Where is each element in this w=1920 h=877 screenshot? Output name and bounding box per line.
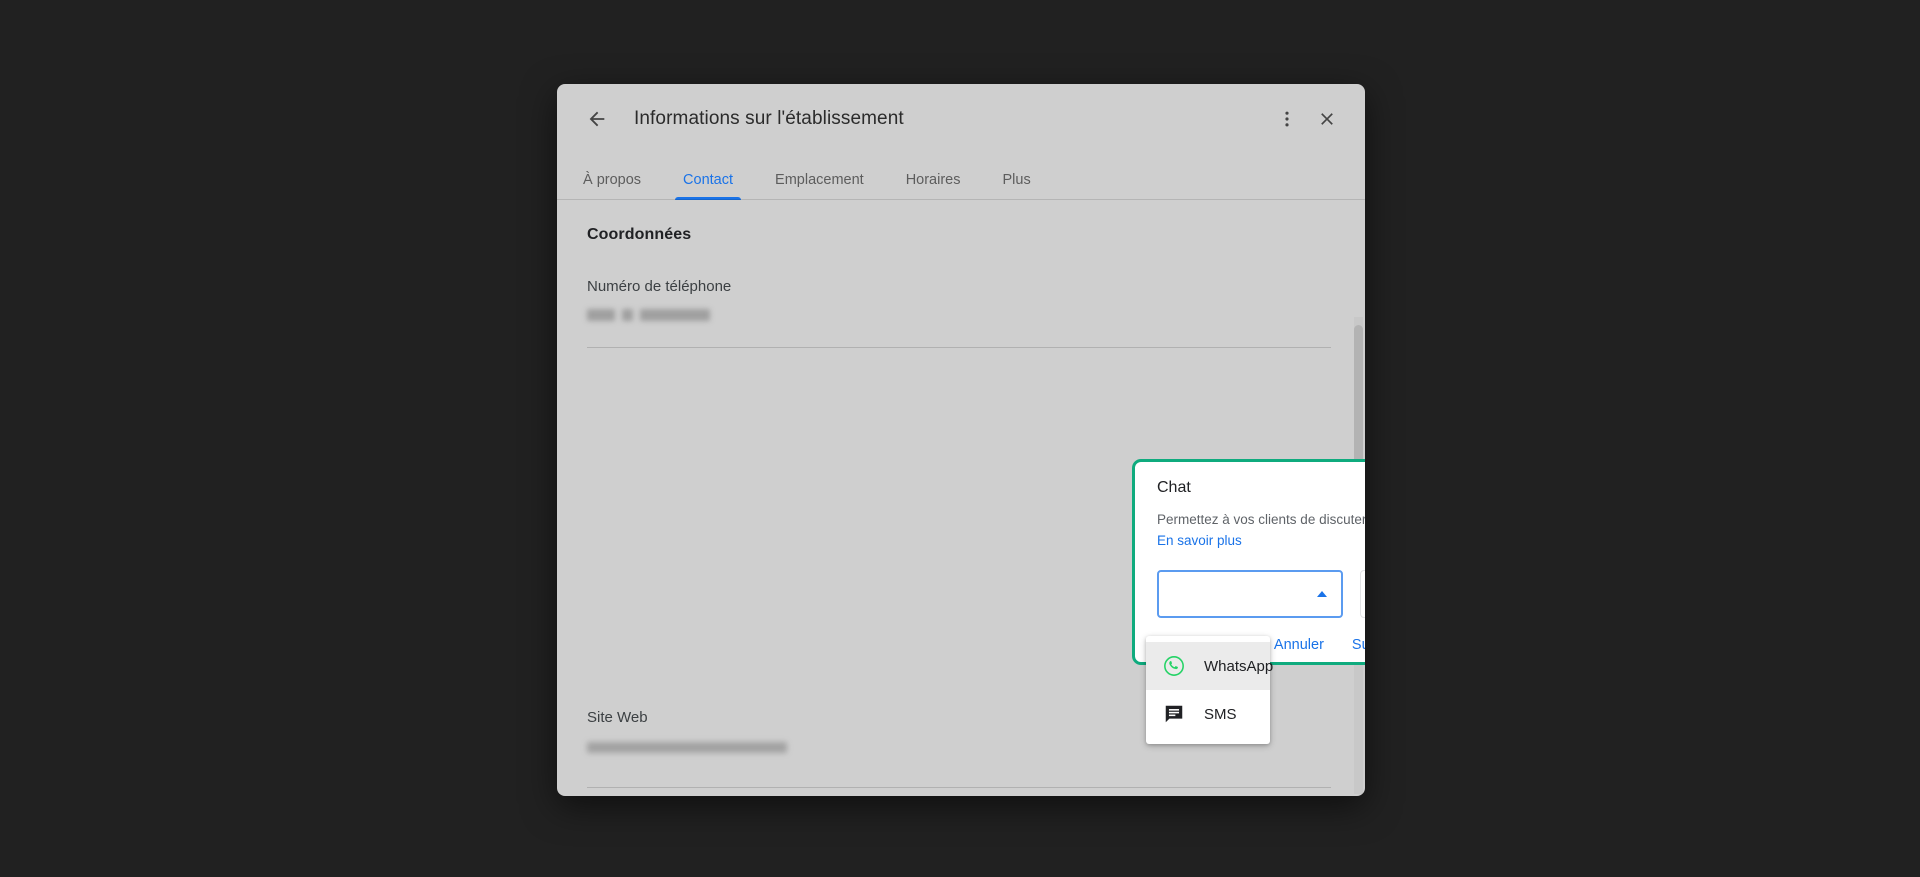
tab-emplacement[interactable]: Emplacement [765,172,874,200]
overflow-menu-button[interactable] [1267,99,1307,139]
phone-label: Numéro de téléphone [587,278,1331,295]
chat-description: Permettez à vos clients de discuter avec… [1157,511,1365,529]
chat-provider-menu: WhatsApp SMS [1146,636,1270,744]
menu-item-label: WhatsApp [1204,658,1273,675]
tab-horaires[interactable]: Horaires [896,172,971,200]
back-button[interactable] [577,99,617,139]
delete-button[interactable]: Supprimer [1338,628,1365,662]
caret-up-icon [1317,591,1327,597]
arrow-left-icon [586,108,608,130]
phone-value-redacted [587,309,1331,321]
menu-item-sms[interactable]: SMS [1146,690,1270,738]
chat-title: Chat [1157,479,1365,497]
chat-section-inner: Chat Permettez à vos clients de discuter… [1135,462,1365,662]
more-vert-icon [1277,109,1297,129]
menu-item-label: SMS [1204,706,1237,723]
bottom-divider [587,787,1331,788]
dialog-header: Informations sur l'établissement [557,84,1365,154]
learn-more-link[interactable]: En savoir plus [1157,533,1242,548]
close-icon [1317,109,1337,129]
chat-section-card: Chat Permettez à vos clients de discuter… [1132,459,1365,665]
chat-value-input[interactable] [1360,570,1365,618]
contact-panel: Coordonnées Numéro de téléphone Site Web [557,200,1365,348]
website-value-redacted [587,742,787,753]
divider [587,347,1331,348]
chat-input-row [1157,570,1365,618]
close-button[interactable] [1307,99,1347,139]
chat-provider-select[interactable] [1157,570,1343,618]
business-info-dialog: Informations sur l'établissement À propo… [557,84,1365,796]
whatsapp-icon [1162,654,1186,678]
section-title-coordonnees: Coordonnées [587,226,1331,244]
tab-plus[interactable]: Plus [992,172,1040,200]
menu-item-whatsapp[interactable]: WhatsApp [1146,642,1270,690]
sms-icon [1162,702,1186,726]
tab-contact[interactable]: Contact [673,172,743,200]
tab-a-propos[interactable]: À propos [573,172,651,200]
page-title: Informations sur l'établissement [634,108,904,130]
tab-bar: À propos Contact Emplacement Horaires Pl… [557,154,1365,200]
